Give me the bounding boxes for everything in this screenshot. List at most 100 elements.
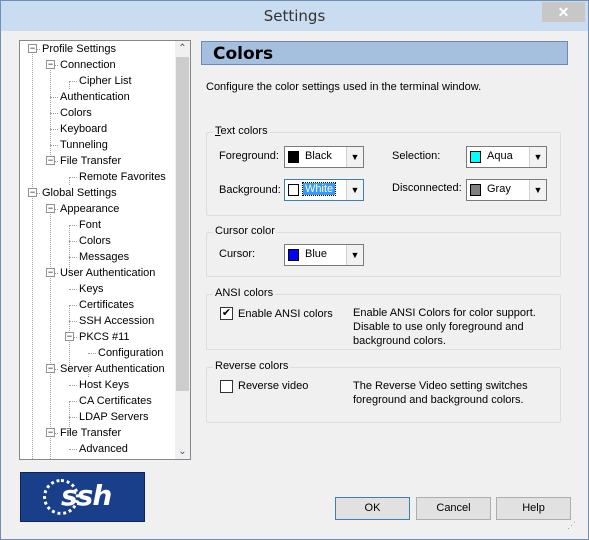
help-button[interactable]: Help [496, 497, 571, 520]
tree-item-label: Cipher List [79, 75, 132, 87]
tree-item[interactable]: Appearance [58, 201, 121, 217]
settings-window: Settings ✕ ⌃ ⌄ Profile Settings − Connecti… [0, 0, 589, 540]
close-button[interactable]: ✕ [542, 2, 585, 22]
collapse-icon[interactable]: − [28, 188, 37, 197]
tree-item[interactable]: Profile Settings [40, 41, 118, 57]
tree-connector [50, 113, 58, 114]
ssh-logo: ssh [20, 472, 145, 522]
tree-connector [69, 81, 70, 89]
tree-connector [88, 353, 96, 354]
collapse-icon[interactable]: − [46, 364, 55, 373]
tree-item[interactable]: Server Authentication [58, 361, 167, 377]
tree-item[interactable]: Remote Favorites [77, 169, 168, 185]
selection-select[interactable]: Aqua ▼ [466, 146, 547, 168]
collapse-icon[interactable]: − [46, 268, 55, 277]
tree-item[interactable]: Certificates [77, 297, 136, 313]
tree-item-label: PKCS #11 [79, 331, 130, 343]
tree-item-label: File Transfer [60, 427, 122, 439]
text-colors-legend-rest: ext colors [220, 125, 268, 137]
settings-tree[interactable]: ⌃ ⌄ Profile Settings − Connection − Cipher L… [19, 40, 191, 460]
scroll-thumb[interactable] [176, 57, 189, 391]
collapse-icon[interactable]: − [28, 44, 37, 53]
enable-ansi-label[interactable]: Enable ANSI colors [238, 308, 333, 320]
foreground-label: Foreground: [219, 150, 279, 162]
cursor-value: Blue [305, 248, 328, 260]
tree-item[interactable]: Advanced [77, 441, 130, 457]
cursor-select[interactable]: Blue ▼ [284, 244, 364, 266]
tree-item[interactable]: Host Keys [77, 377, 131, 393]
tree-item[interactable]: File Transfer [58, 425, 123, 441]
background-select[interactable]: White ▼ [284, 179, 364, 201]
tree-item-label: File Transfer [60, 155, 122, 167]
tree-item-label: Appearance [60, 203, 120, 215]
tree-connector [69, 225, 77, 226]
chevron-down-icon[interactable]: ▼ [346, 147, 363, 167]
tree-item-label: Certificates [79, 299, 135, 311]
tree-connector [69, 401, 77, 402]
tree-item[interactable]: Connection [58, 57, 118, 73]
collapse-icon[interactable]: − [46, 204, 55, 213]
chevron-down-icon[interactable]: ▼ [346, 180, 363, 200]
tree-item-label: Connection [60, 59, 116, 71]
tree-item-label: Authentication [60, 91, 130, 103]
chevron-down-icon[interactable]: ▼ [529, 180, 546, 200]
foreground-value: Black [305, 150, 332, 162]
tree-item-label: Font [79, 219, 102, 231]
resize-grip-icon[interactable]: ⋰ [567, 520, 579, 532]
tree-item[interactable]: SSH Accession [77, 313, 156, 329]
disconnected-select[interactable]: Gray ▼ [466, 179, 547, 201]
tree-item[interactable]: PKCS #11 [77, 329, 132, 345]
tree-item[interactable]: Font [77, 217, 103, 233]
tree-item[interactable]: Messages [77, 249, 131, 265]
tree-scrollbar[interactable]: ⌃ ⌄ [175, 41, 190, 459]
chevron-down-icon[interactable]: ▼ [529, 147, 546, 167]
ok-button[interactable]: OK [335, 497, 410, 520]
tree-item[interactable]: Configuration [96, 345, 165, 361]
tree-item[interactable]: Authentication [58, 89, 132, 105]
tree-item[interactable]: Keys [77, 281, 105, 297]
scroll-up-arrow-icon[interactable]: ⌃ [175, 41, 190, 56]
reverse-video-label[interactable]: Reverse video [238, 380, 308, 392]
tree-connector [69, 305, 77, 306]
cursor-label: Cursor: [219, 248, 256, 260]
disconnected-value: Gray [487, 183, 511, 195]
tree-item-label: Keys [79, 283, 104, 295]
foreground-select[interactable]: Black ▼ [284, 146, 364, 168]
tree-item[interactable]: User Authentication [58, 265, 157, 281]
scroll-down-arrow-icon[interactable]: ⌄ [175, 444, 190, 459]
foreground-swatch [288, 151, 299, 163]
tree-item[interactable]: File Transfer [58, 153, 123, 169]
ansi-note: Enable ANSI Colors for color support. Di… [353, 307, 536, 347]
tree-connector [50, 209, 51, 459]
cancel-button[interactable]: Cancel [416, 497, 491, 520]
tree-connector [32, 49, 33, 193]
title-bar[interactable]: Settings ✕ [1, 1, 588, 31]
collapse-icon[interactable]: − [46, 428, 55, 437]
tree-item-label: Messages [79, 251, 130, 263]
collapse-icon[interactable]: − [46, 156, 55, 165]
tree-connector [69, 177, 70, 185]
background-value: White [301, 182, 337, 196]
tree-connector [32, 193, 33, 459]
tree-item-label: Remote Favorites [79, 171, 166, 183]
chevron-down-icon[interactable]: ▼ [346, 245, 363, 265]
reverse-video-checkbox[interactable] [220, 380, 233, 393]
tree-item[interactable]: Colors [77, 233, 113, 249]
enable-ansi-checkbox[interactable]: ✔ [220, 307, 233, 320]
disconnected-swatch [470, 184, 481, 196]
tree-item-label: Colors [79, 235, 111, 247]
tree-item-label: Server Authentication [60, 363, 165, 375]
tree-item[interactable]: Tunneling [58, 137, 110, 153]
tree-item[interactable]: Cipher List [77, 73, 134, 89]
tree-item[interactable]: CA Certificates [77, 393, 154, 409]
collapse-icon[interactable]: − [65, 332, 74, 341]
tree-connector [50, 129, 58, 130]
tree-item[interactable]: Colors [58, 105, 94, 121]
tree-item[interactable]: Global Settings [40, 185, 119, 201]
tree-item-label: Tunneling [60, 139, 108, 151]
tree-item[interactable]: LDAP Servers [77, 409, 151, 425]
tree-item[interactable]: Keyboard [58, 121, 109, 137]
selection-label: Selection: [392, 150, 441, 162]
collapse-icon[interactable]: − [46, 60, 55, 69]
text-colors-group: Text colors [206, 125, 561, 216]
